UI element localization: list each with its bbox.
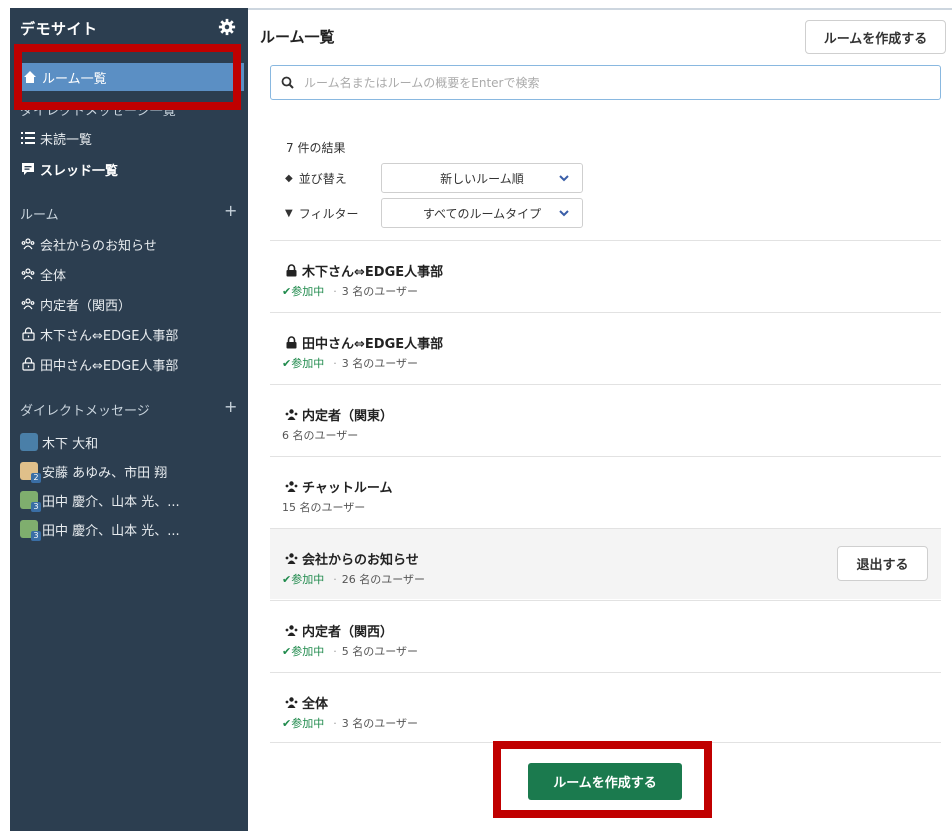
joined-badge: ✔参加中 — [282, 573, 325, 586]
filter-select[interactable]: すべてのルームタイプ — [381, 198, 583, 228]
room-name: 田中さん⇔EDGE人事部 — [302, 337, 444, 352]
sidebar: デモサイト ルーム一覧 ダイレクトメッセージ一覧 未読一覧 スレッド一覧 ルーム… — [10, 8, 248, 831]
group-icon — [285, 481, 298, 492]
sidebar-room-item[interactable]: 会社からのお知らせ — [20, 231, 157, 257]
sort-label: ◆ 並び替え — [285, 172, 347, 186]
gear-icon[interactable] — [218, 18, 236, 36]
sidebar-item-label: 安藤 あゆみ、市田 翔 — [42, 465, 168, 481]
sidebar-item-label: 田中 慶介、山本 光、... — [42, 494, 180, 510]
page-title: ルーム一覧 — [260, 28, 335, 46]
room-row[interactable]: 内定者（関西） ✔参加中 · 5 名のユーザー — [270, 600, 941, 671]
avatar: 3 — [20, 520, 41, 541]
room-name: 内定者（関西） — [302, 625, 394, 640]
sidebar-item-label: 田中さん⇔EDGE人事部 — [40, 358, 179, 374]
room-row[interactable]: 木下さん⇔EDGE人事部 ✔参加中 · 3 名のユーザー — [270, 240, 941, 311]
sidebar-dm-item[interactable]: 3 田中 慶介、山本 光、... — [20, 516, 180, 542]
chevron-down-icon — [559, 210, 569, 217]
room-row[interactable]: チャットルーム 15 名のユーザー — [270, 456, 941, 527]
room-row[interactable]: 会社からのお知らせ ✔参加中 · 26 名のユーザー 退出する — [270, 528, 941, 599]
avatar: 3 — [20, 491, 41, 512]
room-row[interactable]: 田中さん⇔EDGE人事部 ✔参加中 · 3 名のユーザー — [270, 312, 941, 383]
sidebar-item-threads[interactable]: スレッド一覧 — [20, 156, 118, 182]
sidebar-item-label: ダイレクトメッセージ一覧 — [20, 103, 176, 119]
avatar: 2 — [20, 462, 41, 483]
sidebar-room-item[interactable]: 内定者（関西） — [20, 291, 131, 317]
create-room-bottom-button[interactable]: ルームを作成する — [528, 763, 682, 800]
group-icon — [285, 625, 298, 636]
user-count: 6 名のユーザー — [282, 429, 359, 442]
sidebar-item-rooms[interactable]: ルーム一覧 — [20, 63, 244, 91]
sort-select[interactable]: 新しいルーム順 — [381, 163, 583, 193]
lock-icon — [286, 336, 297, 349]
sidebar-room-item[interactable]: 全体 — [20, 261, 66, 287]
joined-badge: ✔参加中 — [282, 285, 325, 298]
sidebar-item-label: 会社からのお知らせ — [40, 238, 157, 254]
sidebar-item-label: スレッド一覧 — [40, 163, 119, 179]
create-room-button[interactable]: ルームを作成する — [805, 20, 946, 54]
home-icon — [22, 69, 38, 85]
results-count: 7 件の結果 — [286, 141, 346, 155]
room-row[interactable]: 全体 ✔参加中 · 3 名のユーザー — [270, 672, 941, 743]
left-margin — [0, 0, 10, 831]
sidebar-dm-item[interactable]: 2 安藤 あゆみ、市田 翔 — [20, 458, 167, 484]
sidebar-dm-item[interactable]: 木下 大和 — [20, 429, 98, 455]
group-icon — [20, 266, 36, 282]
room-name: 会社からのお知らせ — [302, 553, 419, 568]
sidebar-dm-item[interactable]: 3 田中 慶介、山本 光、... — [20, 487, 180, 513]
search-bar — [270, 65, 941, 100]
user-count: 15 名のユーザー — [282, 501, 366, 514]
room-name: 木下さん⇔EDGE人事部 — [302, 265, 444, 280]
room-row[interactable]: 内定者（関東） 6 名のユーザー — [270, 384, 941, 455]
leave-button[interactable]: 退出する — [837, 546, 928, 581]
user-count: 5 名のユーザー — [341, 645, 418, 658]
add-dm-icon[interactable]: + — [224, 397, 237, 416]
joined-badge: ✔参加中 — [282, 717, 325, 730]
lock-icon — [20, 356, 36, 372]
site-title: デモサイト — [20, 20, 98, 38]
sidebar-item-label: 内定者（関西） — [40, 298, 132, 314]
sidebar-item-label: 木下さん⇔EDGE人事部 — [40, 328, 179, 344]
group-icon — [20, 296, 36, 312]
top-border — [248, 8, 952, 10]
user-count: 26 名のユーザー — [341, 573, 425, 586]
sidebar-item-label: 未読一覧 — [40, 132, 93, 148]
user-count: 3 名のユーザー — [341, 357, 418, 370]
group-icon — [285, 697, 298, 708]
lock-icon — [20, 326, 36, 342]
filter-icon: ▼ — [285, 208, 293, 219]
group-icon — [20, 236, 36, 252]
sidebar-room-item[interactable]: 田中さん⇔EDGE人事部 — [20, 351, 178, 377]
chevron-down-icon — [559, 175, 569, 182]
joined-badge: ✔参加中 — [282, 645, 325, 658]
avatar — [20, 433, 38, 451]
sidebar-item-label: 木下 大和 — [42, 436, 99, 452]
sidebar-item-unread[interactable]: 未読一覧 — [20, 125, 92, 151]
search-icon — [281, 76, 294, 89]
sidebar-room-item[interactable]: 木下さん⇔EDGE人事部 — [20, 321, 178, 347]
group-icon — [285, 409, 298, 420]
rooms-section-heading: ルーム — [20, 208, 59, 223]
comment-icon — [20, 161, 36, 177]
dm-section-heading: ダイレクトメッセージ — [20, 404, 150, 419]
list-bottom-border — [270, 742, 941, 743]
sidebar-item-label: 全体 — [40, 268, 67, 284]
room-name: 全体 — [302, 697, 329, 712]
search-input[interactable] — [304, 75, 940, 90]
room-name: 内定者（関東） — [302, 409, 394, 424]
list-icon — [20, 130, 36, 146]
sort-icon: ◆ — [285, 173, 293, 184]
room-name: チャットルーム — [302, 481, 393, 496]
group-icon — [285, 553, 298, 564]
lock-icon — [286, 264, 297, 277]
sidebar-item-label: 田中 慶介、山本 光、... — [42, 523, 180, 539]
user-count: 3 名のユーザー — [341, 285, 418, 298]
add-room-icon[interactable]: + — [224, 201, 237, 220]
user-count: 3 名のユーザー — [341, 717, 418, 730]
filter-label: ▼ フィルター — [285, 207, 359, 221]
joined-badge: ✔参加中 — [282, 357, 325, 370]
sidebar-item-direct[interactable]: ダイレクトメッセージ一覧 — [20, 100, 176, 119]
sidebar-item-label: ルーム一覧 — [42, 71, 107, 87]
